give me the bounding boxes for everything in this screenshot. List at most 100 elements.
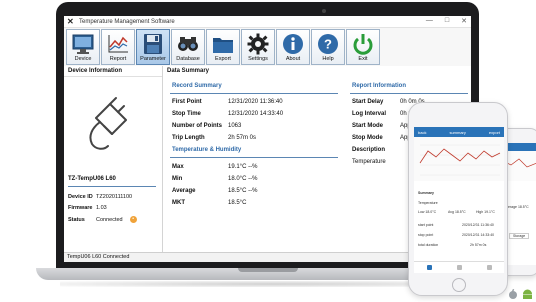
- num-points-value: 1063: [228, 123, 242, 129]
- average-row: Average 18.5°C --%: [172, 188, 257, 194]
- stop-mode-row: Stop Mode App: [352, 135, 411, 141]
- phone-main: back summary export Summary Temperature …: [408, 102, 508, 296]
- max-label: Max: [172, 164, 184, 170]
- android-icon: [523, 289, 532, 299]
- marketing-stage: ✕ Temperature Management Software — □ ✕ …: [0, 0, 536, 302]
- phone-main-header: back summary export: [414, 127, 504, 137]
- start-delay-label: Start Delay: [352, 99, 384, 105]
- app-logo-icon: ✕: [67, 17, 74, 26]
- minimize-button[interactable]: —: [426, 17, 433, 25]
- maximize-button[interactable]: □: [445, 17, 449, 25]
- phone-back-button[interactable]: back: [418, 130, 426, 135]
- mkt-label: MKT: [172, 200, 185, 206]
- phone-export-button[interactable]: export: [489, 130, 500, 135]
- export-button[interactable]: Export: [206, 29, 240, 65]
- device-name: TZ-TempU06 L60: [68, 176, 116, 182]
- report-info-title: Report Information: [352, 83, 406, 89]
- num-points-label: Number of Points: [172, 123, 223, 129]
- monitor-icon: [72, 34, 94, 54]
- window-controls: — □ ✕: [426, 17, 467, 25]
- trip-length-row: Trip Length 2h 57m 0s: [172, 135, 256, 141]
- apple-logo-icon: [509, 288, 517, 299]
- stop-time-row: Stop Time 12/31/2020 14:33:40: [172, 111, 283, 117]
- window-title: Temperature Management Software: [79, 18, 175, 25]
- laptop-camera: [322, 9, 326, 13]
- phone-stop-point-label: stop point: [418, 233, 434, 237]
- title-bar: ✕ Temperature Management Software — □ ✕: [64, 16, 471, 28]
- device-button-label: Device: [74, 56, 92, 62]
- phone-temperature-chart: [414, 137, 504, 181]
- phone-high-value: High 19.1°C: [476, 210, 495, 214]
- stop-time-value: 12/31/2020 14:33:40: [228, 111, 284, 117]
- help-button[interactable]: ? Help: [311, 29, 345, 65]
- export-button-label: Export: [215, 56, 231, 62]
- phone-title: summary: [449, 129, 466, 135]
- about-button-label: About: [285, 56, 301, 62]
- first-point-row: First Point 12/31/2020 11:36:40: [172, 99, 283, 105]
- device-info-heading: Device Information: [64, 66, 162, 77]
- record-summary-title: Record Summary: [172, 83, 222, 89]
- phone-start-point-value: 2020/12/31 11:36:40: [462, 223, 494, 227]
- status-row: Status Connected •: [68, 216, 137, 223]
- status-indicator-icon: •: [129, 216, 137, 223]
- svg-text:?: ?: [324, 37, 332, 52]
- max-row: Max 19.1°C --%: [172, 164, 257, 170]
- log-interval-label: Log Interval: [352, 111, 387, 117]
- power-icon: [353, 34, 373, 55]
- temp-humidity-divider: [170, 157, 338, 158]
- min-value: 18.0°C --%: [228, 176, 258, 182]
- phone-secondary-storage-button[interactable]: Storage: [509, 233, 530, 239]
- description-label: Description: [352, 147, 386, 153]
- phone-tab-profile-icon[interactable]: [486, 265, 492, 270]
- device-info-panel: Device Information TZ-TempU06 L60 Device…: [64, 66, 163, 252]
- phone-tab-home-icon[interactable]: [426, 265, 432, 270]
- min-label: Min: [172, 176, 183, 182]
- phone-main-screen: back summary export Summary Temperature …: [414, 127, 504, 273]
- line-chart-icon: [108, 35, 128, 53]
- stop-time-label: Stop Time: [172, 111, 201, 117]
- device-id-label: Device ID: [68, 194, 93, 200]
- save-disk-icon: [144, 34, 162, 54]
- settings-button-label: Settings: [248, 56, 268, 62]
- binoculars-icon: [178, 37, 198, 51]
- temperature-label: Temperature: [352, 159, 386, 165]
- exit-button[interactable]: Exit: [346, 29, 380, 65]
- mkt-value: 18.5°C: [228, 200, 247, 206]
- phone-home-button[interactable]: [452, 278, 466, 292]
- start-mode-row: Start Mode App: [352, 123, 411, 129]
- settings-button[interactable]: Settings: [241, 29, 275, 65]
- trip-length-value: 2h 57m 0s: [228, 135, 257, 141]
- parameter-button[interactable]: Parameter: [136, 29, 170, 65]
- device-id-row: Device ID TZ2020111100: [68, 194, 132, 200]
- close-button[interactable]: ✕: [461, 17, 467, 25]
- firmware-row: Firmware 1.03: [68, 205, 107, 211]
- report-info-divider: [350, 93, 468, 94]
- report-button[interactable]: Report: [101, 29, 135, 65]
- stop-mode-label: Stop Mode: [352, 135, 383, 141]
- help-icon: ?: [318, 34, 338, 54]
- phone-stop-point-value: 2020/12/31 14:33:40: [462, 233, 495, 237]
- firmware-value: 1.03: [96, 205, 107, 211]
- folder-icon: [213, 38, 233, 53]
- laptop-notch: [238, 268, 298, 272]
- first-point-value: 12/31/2020 11:36:40: [228, 99, 283, 105]
- mkt-row: MKT 18.5°C: [172, 200, 246, 206]
- min-row: Min 18.0°C --%: [172, 176, 257, 182]
- device-button[interactable]: Device: [66, 29, 100, 65]
- phone-tab-list-icon[interactable]: [456, 265, 462, 270]
- database-button[interactable]: Database: [171, 29, 205, 65]
- report-button-label: Report: [109, 56, 127, 62]
- trip-length-label: Trip Length: [172, 135, 205, 141]
- average-label: Average: [172, 188, 196, 194]
- help-button-label: Help: [322, 56, 334, 62]
- status-value: Connected: [96, 216, 123, 223]
- about-button[interactable]: About: [276, 29, 310, 65]
- gear-icon: [247, 33, 269, 55]
- phone-duration-label: total duration: [418, 243, 439, 247]
- phone-start-point-label: start point: [418, 223, 434, 227]
- temperature-row: Temperature: [352, 159, 386, 165]
- description-row: Description: [352, 147, 400, 153]
- parameter-button-label: Parameter: [140, 56, 166, 62]
- num-points-row: Number of Points 1063: [172, 123, 241, 129]
- data-summary-heading: Data Summary: [167, 68, 210, 74]
